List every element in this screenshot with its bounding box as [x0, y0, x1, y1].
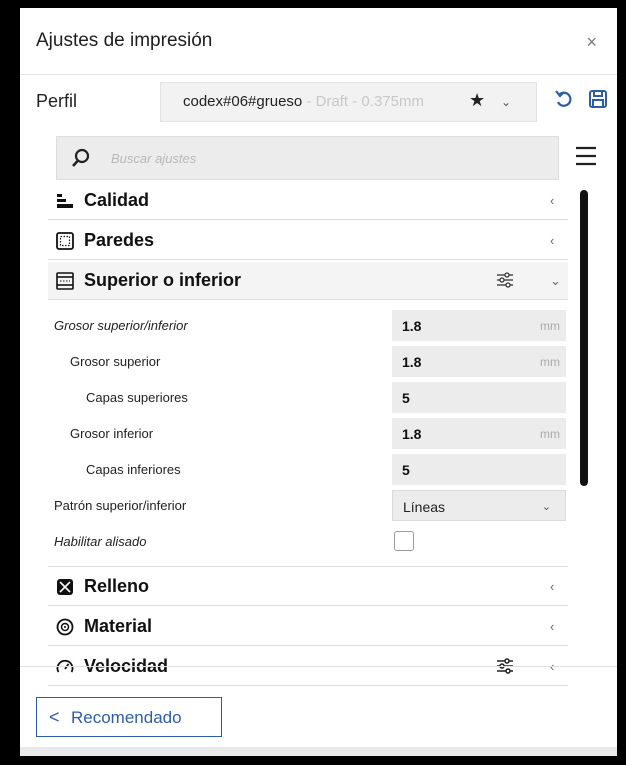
- chevron-down-icon: ⌄: [541, 501, 551, 513]
- profile-name: codex#06#grueso - Draft - 0.375mm: [183, 93, 424, 110]
- divider: [20, 74, 617, 75]
- setting-value: 1.8: [402, 426, 422, 442]
- category-quality[interactable]: Calidad ‹: [48, 182, 568, 220]
- category-walls[interactable]: Paredes ‹: [48, 222, 568, 260]
- scrollbar-thumb[interactable]: [580, 190, 588, 486]
- divider: [20, 666, 617, 667]
- category-infill[interactable]: Relleno ‹: [48, 568, 568, 606]
- infill-icon: [56, 578, 74, 596]
- material-icon: [56, 618, 74, 636]
- setting-row: Grosor inferior 1.8 mm: [48, 416, 568, 452]
- category-material[interactable]: Material ‹: [48, 608, 568, 646]
- setting-label: Grosor inferior: [70, 426, 154, 441]
- chevron-left-icon: ‹: [550, 233, 555, 248]
- setting-label: Capas superiores: [86, 390, 188, 405]
- category-label: Calidad: [84, 190, 150, 210]
- setting-value: 1.8: [402, 354, 422, 370]
- print-settings-dialog: Ajustes de impresión × Perfil codex#06#g…: [20, 8, 617, 756]
- recommended-button[interactable]: < Recomendado: [36, 697, 222, 737]
- profile-label: Perfil: [36, 91, 78, 111]
- profile-meta: - Draft - 0.375mm: [302, 93, 424, 110]
- setting-value-field[interactable]: 5: [392, 454, 566, 485]
- walls-icon: [56, 232, 74, 250]
- top-bottom-icon: [56, 272, 74, 290]
- pattern-select[interactable]: Líneas ⌄: [392, 490, 566, 521]
- setting-value-field[interactable]: 1.8 mm: [392, 418, 566, 449]
- select-value: Líneas: [403, 499, 446, 515]
- chevron-left-icon: <: [49, 707, 60, 727]
- category-top-bottom[interactable]: Superior o inferior ⌄: [48, 262, 568, 300]
- setting-row: Habilitar alisado: [48, 524, 568, 560]
- divider: [48, 566, 568, 567]
- dialog-title: Ajustes de impresión: [36, 30, 213, 51]
- setting-row: Grosor superior/inferior 1.8 mm: [48, 308, 568, 344]
- quality-icon: [56, 192, 74, 210]
- chevron-left-icon: ‹: [550, 619, 555, 634]
- setting-value: 1.8: [402, 318, 422, 334]
- setting-value-field[interactable]: 5: [392, 382, 566, 413]
- tune-icon[interactable]: [496, 658, 514, 679]
- category-speed[interactable]: Velocidad ‹: [48, 648, 568, 686]
- search-icon: [71, 148, 91, 173]
- close-icon[interactable]: ×: [586, 32, 597, 53]
- recommended-label: Recomendado: [71, 708, 182, 727]
- ironing-checkbox[interactable]: [394, 531, 414, 551]
- category-label: Superior o inferior: [84, 270, 242, 290]
- chevron-down-icon[interactable]: ⌄: [501, 95, 511, 109]
- setting-row: Capas inferiores 5: [48, 452, 568, 488]
- setting-value: 5: [402, 462, 410, 478]
- setting-unit: mm: [540, 427, 560, 441]
- setting-label: Patrón superior/inferior: [54, 498, 187, 513]
- setting-label: Capas inferiores: [86, 462, 181, 477]
- category-label: Relleno: [84, 576, 150, 596]
- chevron-left-icon: ‹: [550, 579, 555, 594]
- dialog-header: Ajustes de impresión ×: [20, 8, 617, 74]
- setting-label: Grosor superior: [70, 354, 161, 369]
- reset-icon[interactable]: [554, 88, 574, 115]
- tune-icon[interactable]: [496, 272, 514, 293]
- setting-label: Habilitar alisado: [54, 534, 147, 549]
- chevron-down-icon: ⌄: [550, 273, 561, 288]
- setting-value-field[interactable]: 1.8 mm: [392, 346, 566, 377]
- setting-value: 5: [402, 390, 410, 406]
- menu-icon[interactable]: [575, 145, 597, 172]
- category-label: Paredes: [84, 230, 155, 250]
- setting-label: Grosor superior/inferior: [54, 318, 188, 333]
- profile-name-text: codex#06#grueso: [183, 93, 303, 110]
- setting-unit: mm: [540, 355, 560, 369]
- setting-row: Patrón superior/inferior Líneas ⌄: [48, 488, 568, 524]
- scrollbar[interactable]: [580, 190, 588, 490]
- speed-icon: [56, 658, 74, 676]
- chevron-left-icon: ‹: [550, 193, 555, 208]
- search-field[interactable]: Buscar ajustes: [56, 136, 559, 180]
- setting-row: Grosor superior 1.8 mm: [48, 344, 568, 380]
- profile-selector[interactable]: codex#06#grueso - Draft - 0.375mm ★ ⌄: [160, 82, 537, 122]
- setting-unit: mm: [540, 319, 560, 333]
- setting-value-field[interactable]: 1.8 mm: [392, 310, 566, 341]
- resize-handle[interactable]: [20, 747, 617, 756]
- star-icon[interactable]: ★: [469, 90, 485, 111]
- save-icon[interactable]: [588, 88, 608, 115]
- settings-list: Calidad ‹ Paredes ‹ Superior o inferior …: [48, 182, 568, 756]
- category-label: Material: [84, 616, 153, 636]
- search-placeholder: Buscar ajustes: [111, 151, 197, 166]
- setting-row: Capas superiores 5: [48, 380, 568, 416]
